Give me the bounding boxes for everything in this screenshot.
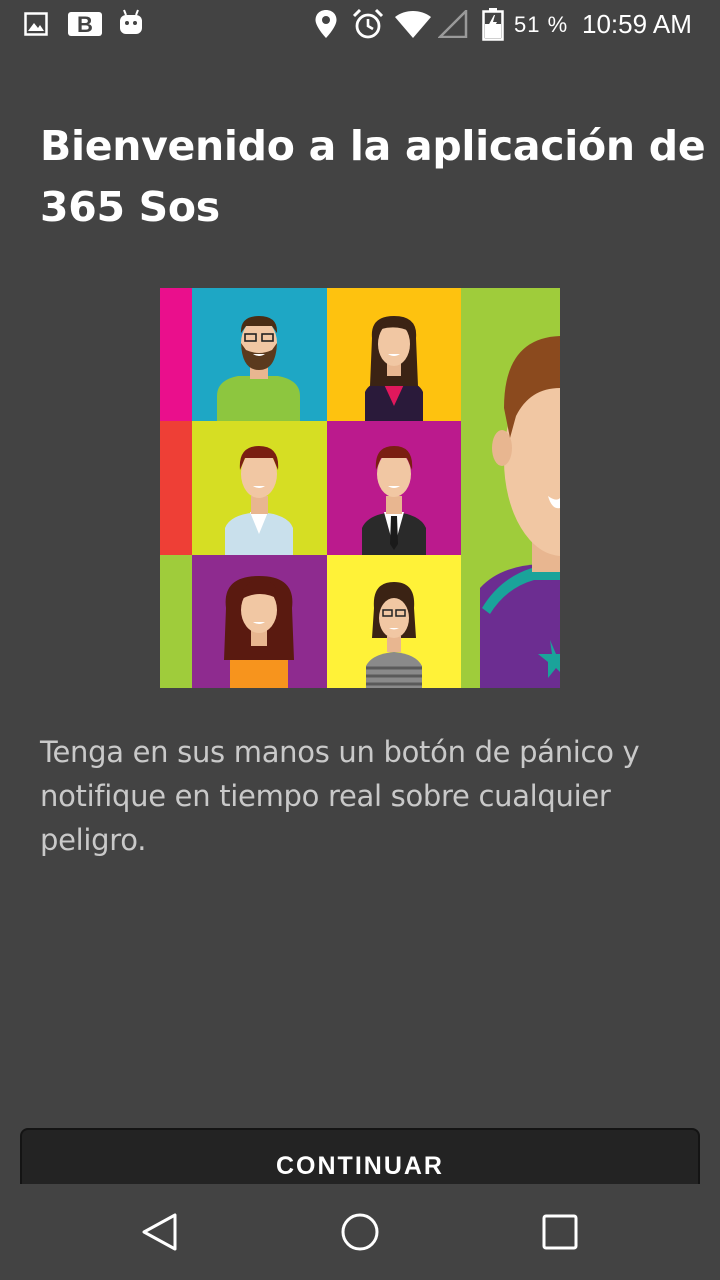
navigation-bar	[0, 1184, 720, 1280]
android-icon	[120, 9, 142, 34]
avatar-woman-red-top	[365, 316, 423, 421]
status-bar: B 51 % 10:59 AM	[0, 0, 720, 50]
cell-signal-icon	[438, 10, 468, 38]
welcome-description: Tenga en sus manos un botón de pánico y …	[40, 735, 640, 857]
back-icon[interactable]	[140, 1212, 180, 1252]
image-icon	[24, 12, 48, 36]
people-avatars-illustration	[160, 288, 560, 688]
alarm-icon	[352, 8, 384, 39]
b-app-icon: B	[68, 12, 102, 36]
avatar-woman-orange-top	[224, 576, 294, 688]
wifi-icon	[395, 11, 431, 38]
recents-icon[interactable]	[542, 1214, 578, 1250]
avatar-woman-glasses	[366, 582, 422, 688]
clock: 10:59 AM	[582, 9, 692, 39]
battery-percentage: 51 %	[514, 12, 569, 37]
page-title: Bienvenido a la aplicación de 365 Sos	[40, 122, 706, 231]
location-icon	[315, 10, 337, 38]
svg-text:B: B	[77, 12, 93, 36]
welcome-screen: B 51 % 10:59 AM Bienvenido a la aplicaci…	[0, 0, 720, 1280]
battery-charging-icon	[482, 8, 504, 41]
home-icon[interactable]	[340, 1212, 380, 1252]
